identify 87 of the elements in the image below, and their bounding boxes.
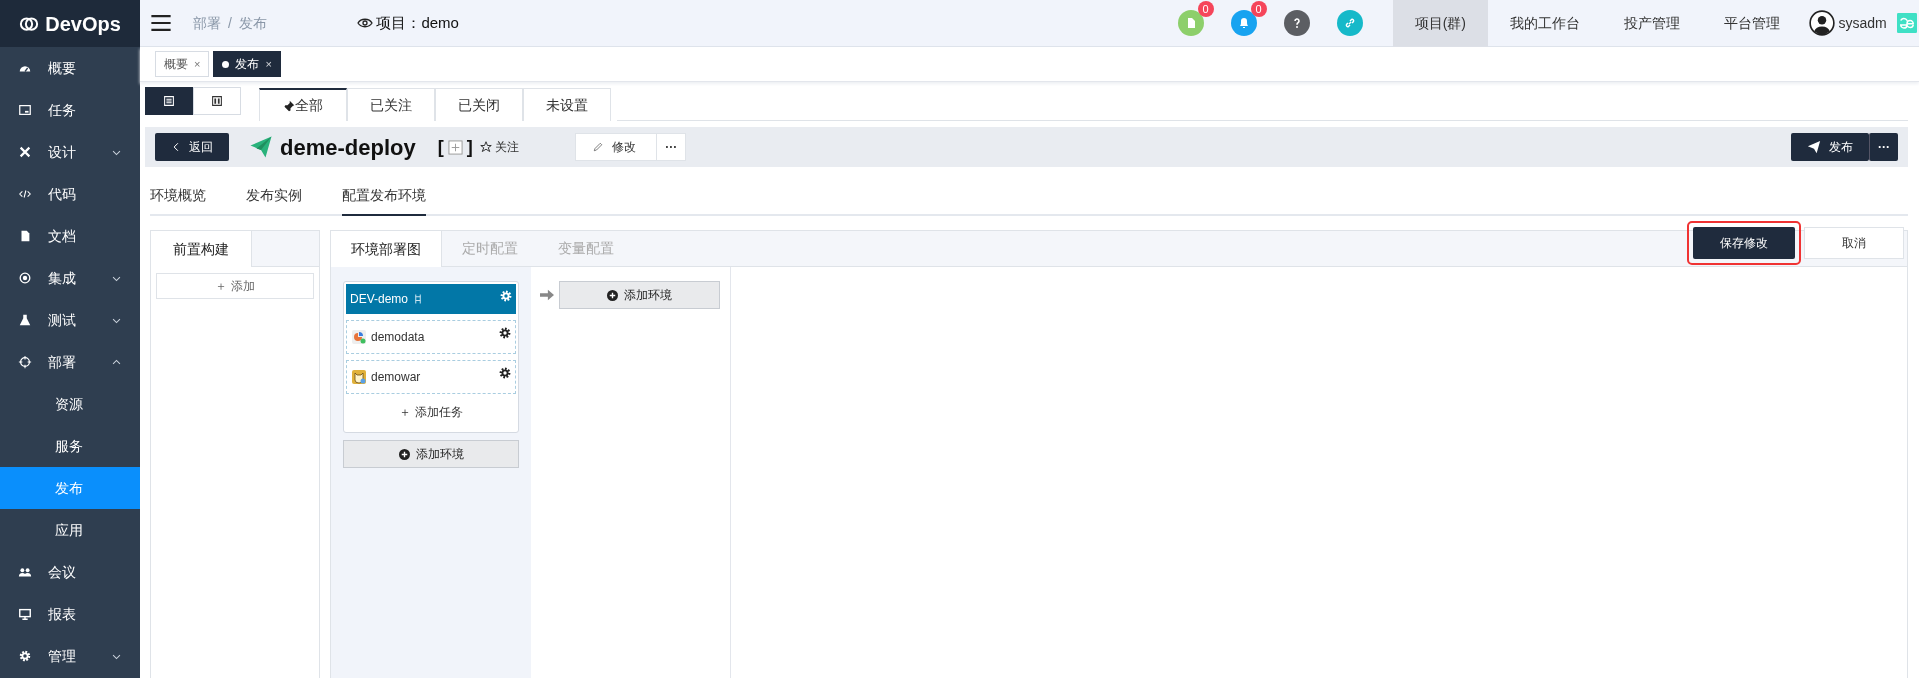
project-label: 项目：demo xyxy=(376,12,459,33)
star-icon xyxy=(479,141,492,153)
count-badge: 0 xyxy=(1197,1,1214,17)
add-task-button[interactable]: ＋ 添加任务 xyxy=(346,394,516,430)
nav-tab[interactable]: 投产管理 xyxy=(1602,0,1702,47)
plus-circle-icon xyxy=(398,448,410,460)
add-environment-button[interactable]: 添加环境 xyxy=(559,281,720,309)
sidebar-item[interactable]: 设计 xyxy=(0,131,140,173)
close-icon[interactable]: × xyxy=(194,55,201,73)
cancel-button[interactable]: 取消 xyxy=(1804,226,1904,259)
more-button[interactable]: ··· xyxy=(657,133,687,161)
sidebar-subitem[interactable]: 应用 xyxy=(0,509,140,551)
chart-icon xyxy=(351,329,367,345)
chevron-left-icon xyxy=(171,142,181,152)
paper-plane-icon xyxy=(249,135,273,159)
breadcrumb-separator: / xyxy=(228,13,232,33)
avatar-icon xyxy=(1809,10,1835,36)
add-environment-button[interactable]: 添加环境 xyxy=(343,440,519,468)
sidebar-item[interactable]: 管理 xyxy=(0,635,140,677)
sidebar-item[interactable]: 会议 xyxy=(0,551,140,593)
view-toggle[interactable] xyxy=(145,87,193,115)
environment-header[interactable]: DEV-demo xyxy=(346,284,516,314)
cat-icon xyxy=(351,369,367,385)
sub-tab[interactable]: 配置发布环境 xyxy=(342,177,426,216)
board-icon xyxy=(210,94,224,108)
sidebar-subitem[interactable]: 资源 xyxy=(0,383,140,425)
crosshair-icon xyxy=(18,355,32,369)
save-button[interactable]: 保存修改 xyxy=(1692,226,1795,259)
sidebar-item[interactable]: 文档 xyxy=(0,215,140,257)
code-icon xyxy=(18,187,32,201)
help-button[interactable] xyxy=(1283,10,1310,36)
menu-icon[interactable] xyxy=(150,12,172,34)
sub-tab[interactable]: 发布实例 xyxy=(246,177,302,216)
sidebar-item[interactable]: 代码 xyxy=(0,173,140,215)
plus-circle-icon xyxy=(607,289,618,301)
sidebar-subitem[interactable]: 服务 xyxy=(0,425,140,467)
sidebar-item[interactable]: 测试 xyxy=(0,299,140,341)
sidebar-item[interactable]: 报表 xyxy=(0,593,140,635)
close-icon[interactable]: × xyxy=(265,55,272,73)
tools-icon xyxy=(18,145,32,159)
task-card[interactable]: demowar xyxy=(346,360,516,394)
filter-tab[interactable]: 已关闭 xyxy=(435,88,523,121)
sub-tab[interactable]: 环境概览 xyxy=(150,177,206,216)
pencil-icon xyxy=(592,141,605,153)
follow-link[interactable]: 关注 xyxy=(479,138,520,156)
publish-button[interactable]: 发布 xyxy=(1791,133,1869,161)
folder-icon xyxy=(18,103,32,117)
nav-tab[interactable]: 平台管理 xyxy=(1702,0,1802,47)
extension-icon xyxy=(1897,13,1917,33)
filter-tab[interactable]: 未设置 xyxy=(523,88,611,121)
sidebar-item[interactable]: 集成 xyxy=(0,257,140,299)
filter-tab[interactable]: 全部 xyxy=(259,88,347,121)
panel-tab[interactable]: 前置构建 xyxy=(151,231,252,267)
add-icon[interactable] xyxy=(447,139,463,155)
pin-icon xyxy=(283,99,295,112)
user-name[interactable]: sysadm xyxy=(1838,12,1887,34)
send-icon xyxy=(1807,140,1821,154)
gear-icon[interactable] xyxy=(499,367,511,379)
flask-icon xyxy=(18,313,32,327)
users-icon xyxy=(18,565,32,579)
filter-tab[interactable]: 已关注 xyxy=(347,88,435,121)
sidebar-item[interactable]: 概要 xyxy=(0,47,140,89)
monitor-icon xyxy=(18,607,32,621)
logo-text: DevOps xyxy=(45,11,121,37)
back-button[interactable]: 返回 xyxy=(155,133,229,161)
count-badge: 0 xyxy=(1250,1,1267,17)
page-tab[interactable]: 概要 × xyxy=(155,51,210,77)
gear-icon xyxy=(18,649,32,663)
list-icon xyxy=(162,94,176,108)
nav-tab[interactable]: 项目(群) xyxy=(1392,0,1488,47)
page-title: deme-deploy xyxy=(280,133,416,162)
bracket: ] xyxy=(466,135,473,159)
sidebar-item[interactable]: 任务 xyxy=(0,89,140,131)
nav-tab[interactable]: 我的工作台 xyxy=(1488,0,1602,47)
task-card[interactable]: demodata xyxy=(346,320,516,354)
page-tab[interactable]: 发布 × xyxy=(213,51,281,77)
more-button[interactable]: ··· xyxy=(1869,133,1898,161)
bell-button[interactable] xyxy=(1230,10,1257,36)
panel-tab[interactable]: 环境部署图 xyxy=(331,231,442,267)
edit-button[interactable]: 修改 xyxy=(575,133,658,161)
gear-icon[interactable] xyxy=(499,327,511,339)
arrow-right-icon xyxy=(539,288,555,302)
dot-icon xyxy=(222,60,230,68)
bracket: [ xyxy=(437,135,444,159)
document-button[interactable] xyxy=(1177,10,1204,36)
add-button[interactable]: ＋ 添加 xyxy=(156,273,314,299)
sidebar-item[interactable]: 部署 xyxy=(0,341,140,383)
